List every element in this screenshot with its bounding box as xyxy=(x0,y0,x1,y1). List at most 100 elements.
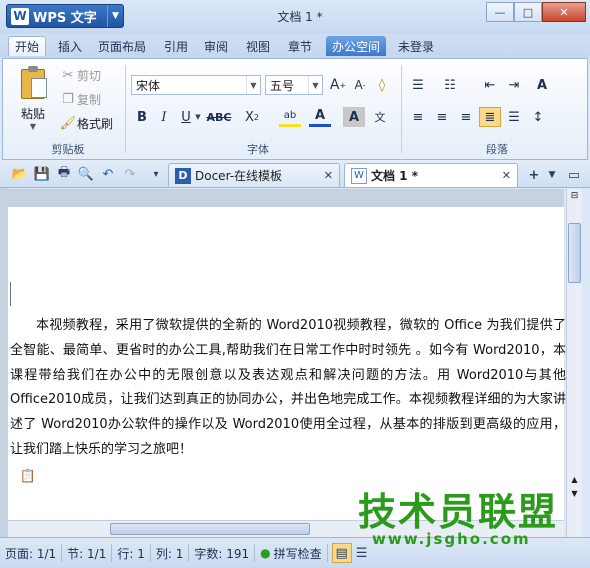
page-status: 页面: 1/1 xyxy=(0,544,63,562)
paste-options-icon[interactable]: 📋 xyxy=(18,466,38,486)
open-folder-icon[interactable]: 📂 xyxy=(10,164,30,184)
text-size-icon[interactable]: A xyxy=(531,75,553,95)
strikethrough-button[interactable]: ABC xyxy=(207,107,232,127)
window-list-icon[interactable]: ▭ xyxy=(564,165,584,185)
numbering-icon[interactable]: ☷ xyxy=(439,75,461,95)
tab-references[interactable]: 引用 xyxy=(158,36,194,56)
ribbon: 粘贴 ▼ ✂ 剪切 ❐ 复制 🖌 格式刷 剪贴板 宋体 ▼ 五号 ▼ A + A-… xyxy=(2,58,588,160)
tab-document1[interactable]: W 文档 1 * ✕ xyxy=(344,163,518,187)
tab-label: 文档 1 * xyxy=(371,169,418,183)
scroll-thumb[interactable] xyxy=(110,523,310,535)
font-color-button[interactable]: A xyxy=(309,107,331,127)
chevron-down-icon: ▼ xyxy=(29,122,37,131)
align-center-icon[interactable]: ≡ xyxy=(431,107,453,127)
col-status: 列: 1 xyxy=(151,544,190,562)
copy-label: 复制 xyxy=(77,92,102,107)
paragraph-group-label: 段落 xyxy=(486,143,508,156)
line-spacing-icon[interactable]: ↕ xyxy=(527,107,549,127)
bullets-icon[interactable]: ☰ xyxy=(407,75,429,95)
copy-icon: ❐ xyxy=(62,91,74,107)
minimize-button[interactable]: — xyxy=(486,2,514,22)
chevron-down-icon[interactable]: ▼ xyxy=(107,5,123,27)
tab-review[interactable]: 审阅 xyxy=(198,36,234,56)
scroll-thumb[interactable] xyxy=(568,223,581,283)
decrease-indent-icon[interactable]: ⇤ xyxy=(479,75,501,95)
clipboard-group-label: 剪贴板 xyxy=(51,143,85,156)
cursor xyxy=(10,282,11,306)
copy-button[interactable]: ❐ 复制 xyxy=(59,89,101,109)
scroll-up-icon[interactable]: ▲ xyxy=(568,475,581,489)
font-name-select[interactable]: 宋体 ▼ xyxy=(131,75,261,95)
paste-label: 粘贴 xyxy=(20,107,45,121)
chevron-down-icon[interactable]: ▼ xyxy=(193,107,203,127)
align-right-icon[interactable]: ≡ xyxy=(455,107,477,127)
docer-icon: D xyxy=(175,167,191,184)
grow-font-button[interactable]: A + xyxy=(327,75,349,95)
customize-toolbar-icon[interactable]: ▾ xyxy=(146,164,166,184)
page-gap xyxy=(8,189,564,207)
new-tab-icon[interactable]: + xyxy=(524,165,544,185)
clear-format-icon[interactable]: ◊ xyxy=(371,75,393,95)
cut-button[interactable]: ✂ 剪切 xyxy=(59,65,101,85)
word-count[interactable]: 字数: 191 xyxy=(189,544,256,562)
tab-chapter[interactable]: 章节 xyxy=(282,36,318,56)
bold-button[interactable]: B xyxy=(131,107,153,127)
divider xyxy=(125,65,126,153)
distribute-icon[interactable]: ☰ xyxy=(503,107,525,127)
quick-access-toolbar: 📂 💾 🖶 🔍 ↶ ↷ ▾ D Docer-在线模板 ✕ W 文档 1 * ✕ … xyxy=(0,160,590,188)
tab-office-space[interactable]: 办公空间 xyxy=(326,36,387,56)
chevron-down-icon: ▼ xyxy=(308,76,322,94)
phonetic-guide-button[interactable]: 文 xyxy=(369,107,391,127)
superscript-button[interactable]: X2 xyxy=(241,107,263,127)
window-title: 文档 1 * xyxy=(277,10,323,24)
redo-icon[interactable]: ↷ xyxy=(120,164,140,184)
menu-bar: 开始 插入 页面布局 引用 审阅 视图 章节 办公空间 未登录 ^ 👕 D ❦ … xyxy=(0,34,590,88)
document-paragraph[interactable]: 本视频教程，采用了微软提供的全新的 Word2010视频教程，微软的 Offic… xyxy=(10,314,566,463)
wps-logo-icon: W xyxy=(11,7,29,25)
maximize-button[interactable]: □ xyxy=(514,2,542,22)
app-menu-button[interactable]: W WPS 文字 ▼ xyxy=(6,4,124,28)
paste-button[interactable]: 粘贴 ▼ xyxy=(13,65,53,137)
document-icon: W xyxy=(351,167,367,184)
section-status: 节: 1/1 xyxy=(62,544,113,562)
spell-check[interactable]: ● 拼写检查 xyxy=(255,544,328,562)
shrink-font-button[interactable]: A- xyxy=(349,75,371,95)
font-group-label: 字体 xyxy=(247,143,269,156)
tab-label: Docer-在线模板 xyxy=(195,169,283,183)
spell-check-label: 拼写检查 xyxy=(273,546,322,561)
login-link[interactable]: 未登录 xyxy=(392,36,440,56)
tab-view[interactable]: 视图 xyxy=(240,36,276,56)
chevron-down-icon: ▼ xyxy=(246,76,260,94)
justify-icon[interactable]: ≣ xyxy=(479,107,501,127)
left-margin xyxy=(0,188,8,538)
cut-label: 剪切 xyxy=(77,68,102,83)
font-size-select[interactable]: 五号 ▼ xyxy=(265,75,323,95)
font-name-value: 宋体 xyxy=(136,78,161,93)
ruler-toggle-icon[interactable]: ⊟ xyxy=(568,191,581,205)
close-icon[interactable]: ✕ xyxy=(324,169,333,182)
tab-home[interactable]: 开始 xyxy=(8,36,47,56)
char-shading-button[interactable]: A xyxy=(343,107,365,127)
print-icon[interactable]: 🖶 xyxy=(54,164,74,184)
print-preview-icon[interactable]: 🔍 xyxy=(76,164,96,184)
save-icon[interactable]: 💾 xyxy=(32,164,52,184)
title-bar: W WPS 文字 ▼ 文档 1 * — □ ✕ xyxy=(0,0,590,34)
format-painter-button[interactable]: 🖌 格式刷 xyxy=(59,113,113,133)
page-view-icon[interactable]: ▤ xyxy=(331,543,352,563)
tab-insert[interactable]: 插入 xyxy=(52,36,88,56)
vertical-scrollbar[interactable]: ⊟ ▲ ▼ xyxy=(566,189,582,537)
highlight-button[interactable]: ab xyxy=(279,107,301,127)
italic-button[interactable]: I xyxy=(153,107,175,127)
clipboard-icon xyxy=(17,65,49,101)
watermark-logo: 技术员联盟 www.jsgho.com xyxy=(358,492,588,552)
close-icon[interactable]: ✕ xyxy=(502,169,511,182)
tab-docer[interactable]: D Docer-在线模板 ✕ xyxy=(168,163,340,187)
close-button[interactable]: ✕ xyxy=(542,2,586,22)
tab-page-layout[interactable]: 页面布局 xyxy=(92,36,152,56)
divider xyxy=(401,65,402,153)
align-left-icon[interactable]: ≡ xyxy=(407,107,429,127)
scissors-icon: ✂ xyxy=(62,67,74,83)
increase-indent-icon[interactable]: ⇥ xyxy=(503,75,525,95)
chevron-down-icon[interactable]: ▼ xyxy=(542,165,562,185)
undo-icon[interactable]: ↶ xyxy=(98,164,118,184)
